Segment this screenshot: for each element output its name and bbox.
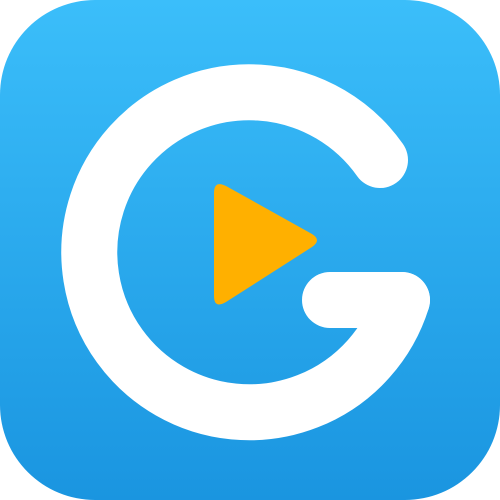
app-icon-canvas — [0, 0, 500, 500]
app-logo-icon — [0, 0, 500, 500]
